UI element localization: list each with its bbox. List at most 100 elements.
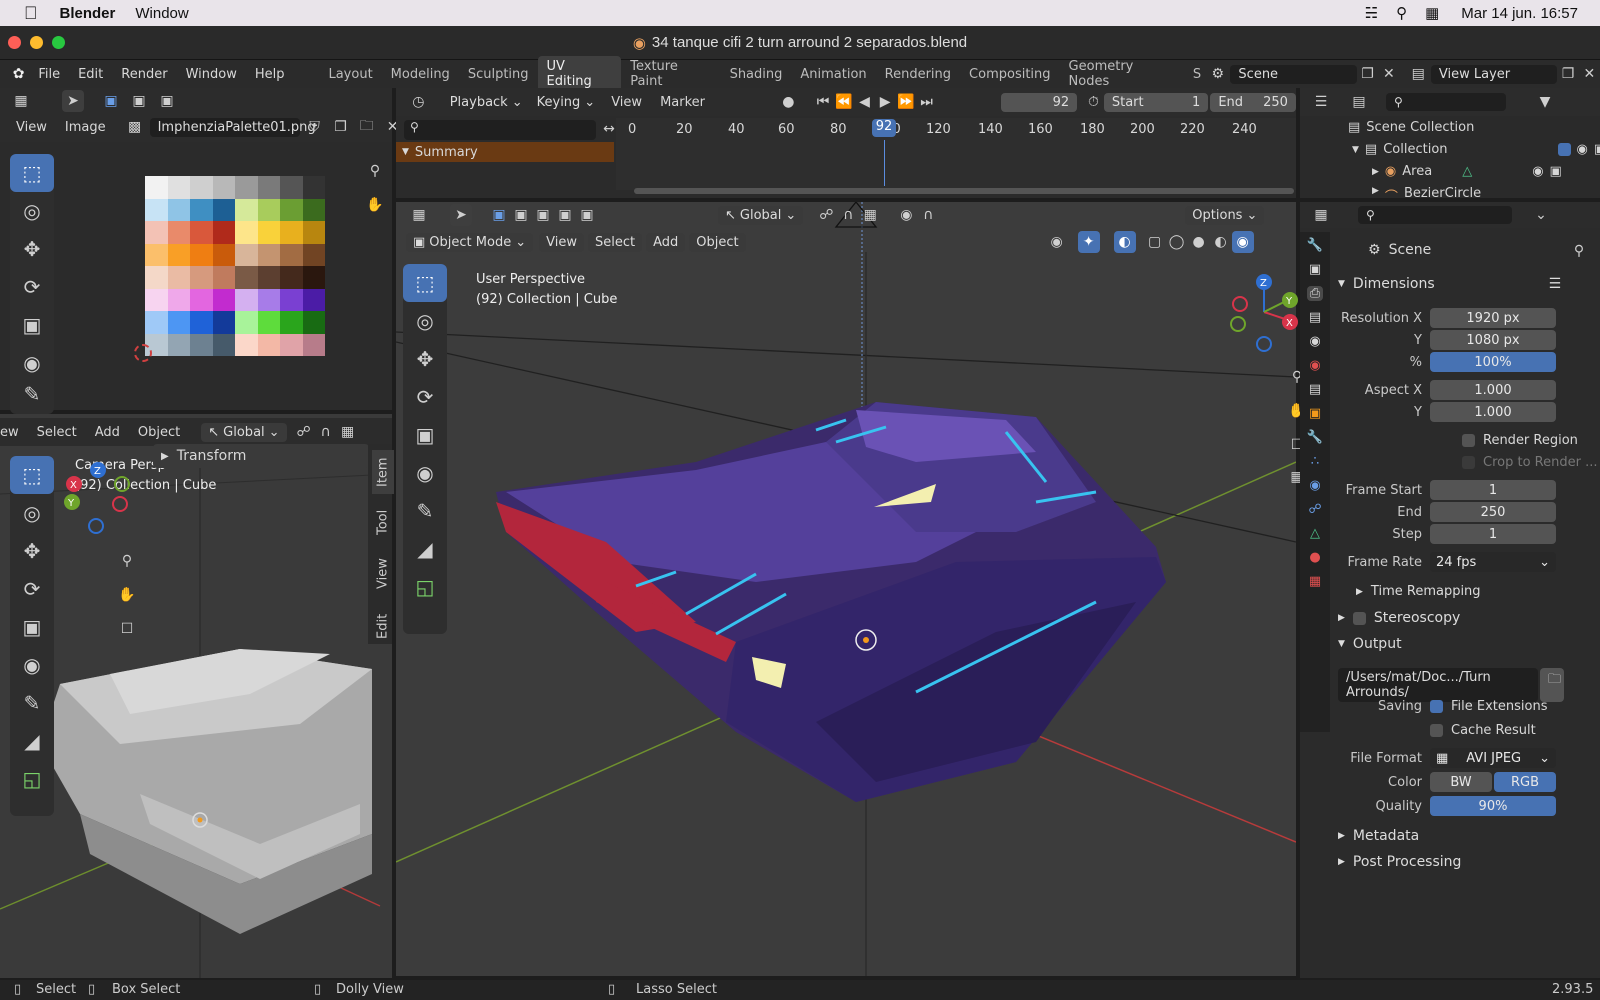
stereoscopy-panel-header[interactable]: ▶ Stereoscopy [1338, 610, 1460, 626]
play-reverse-icon[interactable]: ◀ [854, 91, 875, 113]
presets-icon[interactable]: ☰ [1549, 276, 1562, 292]
color-bw-button[interactable]: BW [1430, 772, 1492, 792]
select-extend-icon[interactable]: ▣ [510, 204, 532, 226]
select-subtract-icon[interactable]: ▣ [156, 90, 178, 112]
rotate-tool[interactable]: ⟳ [10, 268, 54, 306]
transform-panel-header[interactable]: ▶ Transform [153, 444, 369, 468]
main-viewport[interactable] [396, 202, 1296, 976]
gizmo-toggle-icon[interactable]: ✦ [1077, 231, 1100, 253]
main-nav-gizmo[interactable]: Z Y X [1226, 272, 1306, 352]
material-shading-icon[interactable]: ◐ [1210, 231, 1232, 253]
image-editor-view-menu[interactable]: View [16, 120, 47, 135]
view-layer-icon[interactable]: ▤ [1408, 63, 1429, 85]
solid-shading-icon[interactable]: ● [1188, 231, 1210, 253]
measure-tool[interactable]: ◢ [403, 530, 447, 568]
tab-geometry-nodes[interactable]: Geometry Nodes [1060, 56, 1184, 92]
stereoscopy-checkbox[interactable] [1352, 611, 1366, 625]
datetime[interactable]: Mar 14 jun. 16:57 [1461, 5, 1578, 22]
menu-help[interactable]: Help [246, 67, 294, 82]
display-mode-icon[interactable]: ▤ [1348, 91, 1370, 113]
jump-end-icon[interactable]: ⏭ [916, 91, 937, 113]
render-region-checkbox[interactable] [1462, 433, 1475, 447]
tool-tab-icon[interactable]: 🔧 [1307, 238, 1323, 253]
tab-rendering[interactable]: Rendering [876, 64, 960, 85]
metadata-panel-header[interactable]: ▶ Metadata [1338, 828, 1419, 844]
eye-icon[interactable]: ◉ [1532, 164, 1543, 179]
image-editor-image-menu[interactable]: Image [65, 120, 106, 135]
zoom-window-button[interactable] [52, 36, 65, 49]
jump-start-icon[interactable]: ⏮ [813, 91, 834, 113]
rendered-shading-icon[interactable]: ◉ [1231, 231, 1254, 253]
outliner-collection[interactable]: ▼ ▤Collection ◉▣ [1352, 142, 1600, 157]
object-tab-icon[interactable]: ▣ [1309, 406, 1321, 421]
outliner-item-area[interactable]: ▶ ◉ Area △ ◉ ▣ [1372, 164, 1562, 179]
delete-view-layer-icon[interactable]: ✕ [1579, 63, 1600, 85]
record-icon[interactable]: ● [778, 91, 799, 113]
select-tool-icon[interactable]: ➤ [62, 90, 84, 112]
resolution-pct-slider[interactable]: 100% [1430, 352, 1556, 372]
menu-edit[interactable]: Edit [69, 67, 112, 82]
select-mode-icon[interactable]: ▣ [100, 90, 122, 112]
annotate-tool[interactable]: ✎ [403, 492, 447, 530]
tab-texture-paint[interactable]: Texture Paint [621, 56, 720, 92]
view-layer-selector[interactable]: View Layer [1430, 64, 1558, 84]
collection-tab-icon[interactable]: ▤ [1309, 382, 1321, 397]
app-menu-blender[interactable]: Blender [60, 5, 116, 22]
viewport-view-menu[interactable]: View [539, 232, 584, 252]
sidebar-tab-edit[interactable]: Edit [372, 604, 394, 648]
outliner-item-beziercircle[interactable]: ▶ ⌒ BezierCircle [1372, 186, 1481, 198]
pivot-icon[interactable]: ☍ [815, 204, 837, 226]
rotate-tool[interactable]: ⟳ [10, 570, 54, 608]
playhead-label[interactable]: 92 [872, 119, 896, 137]
select-extend-icon[interactable]: ▣ [128, 90, 150, 112]
move-tool[interactable]: ✥ [403, 340, 447, 378]
minimize-window-button[interactable] [30, 36, 43, 49]
select-mode-icon[interactable]: ▣ [488, 204, 510, 226]
timeline-summary-row[interactable]: ▼ Summary [396, 142, 614, 162]
viewport-select-menu[interactable]: Select [587, 232, 643, 252]
scene-selector[interactable]: Scene [1230, 64, 1357, 84]
frame-end-field[interactable]: 250 [1430, 502, 1556, 522]
physics-tab-icon[interactable]: ◉ [1309, 478, 1320, 493]
camera-view-icon[interactable]: ☐ [116, 618, 138, 640]
new-image-icon[interactable]: ❐ [330, 116, 352, 138]
transform-tool[interactable]: ◉ [403, 454, 447, 492]
output-panel-header[interactable]: ▼ Output [1338, 636, 1402, 652]
menu-window[interactable]: Window [177, 67, 246, 82]
scale-tool[interactable]: ▣ [10, 608, 54, 646]
image-browse-icon[interactable]: ▩ [124, 116, 146, 138]
select-box-tool[interactable]: ⬚ [10, 154, 54, 192]
resolution-x-field[interactable]: 1920 px [1430, 308, 1556, 328]
step-field[interactable]: 1 [1430, 524, 1556, 544]
view-layer-tab-icon[interactable]: ▤ [1309, 310, 1321, 325]
fake-user-icon[interactable]: ⛨ [304, 116, 326, 138]
viewport-add-menu[interactable]: Add [646, 232, 686, 252]
cache-result-checkbox[interactable] [1430, 723, 1443, 737]
add-cube-tool[interactable]: ◱ [10, 760, 54, 798]
post-processing-panel-header[interactable]: ▶ Post Processing [1338, 854, 1461, 870]
close-window-button[interactable] [8, 36, 21, 49]
outliner-search[interactable]: ⚲ [1386, 93, 1506, 111]
select-intersect-icon[interactable]: ▣ [576, 204, 598, 226]
uv-2d-cursor[interactable] [134, 344, 152, 362]
end-frame-field[interactable]: End 250 [1210, 92, 1296, 112]
eye-icon[interactable]: ◉ [1577, 142, 1588, 157]
left-nav-gizmo[interactable]: Z X Y [60, 456, 130, 536]
tab-sculpting[interactable]: Sculpting [459, 64, 538, 85]
pivot-icon[interactable]: ☍ [293, 421, 315, 443]
rotate-tool[interactable]: ⟳ [403, 378, 447, 416]
sidebar-tab-view[interactable]: View [372, 552, 394, 596]
play-icon[interactable]: ▶ [875, 91, 896, 113]
search-icon[interactable]: ⚲ [1396, 4, 1407, 22]
zoom-icon[interactable]: ⚲ [364, 160, 386, 182]
select-box-tool[interactable]: ⬚ [403, 264, 447, 302]
scene-tab-icon[interactable]: ◉ [1309, 334, 1320, 349]
transform-tool[interactable]: ◉ [10, 344, 54, 382]
tab-scripting[interactable]: S [1184, 64, 1203, 85]
select-box-tool[interactable]: ⬚ [10, 456, 54, 494]
chevron-down-icon[interactable]: ⌄ [1530, 204, 1552, 226]
xray-icon[interactable]: ▢ [1144, 231, 1166, 253]
data-tab-icon[interactable]: △ [1310, 526, 1320, 541]
camera-icon[interactable]: ▣ [1550, 164, 1562, 179]
file-extensions-checkbox[interactable] [1430, 699, 1443, 713]
